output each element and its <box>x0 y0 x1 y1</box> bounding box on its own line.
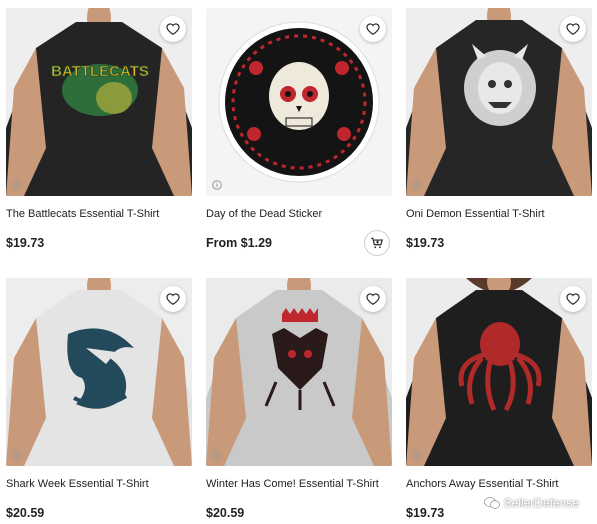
product-title[interactable]: Shark Week Essential T-Shirt <box>6 478 190 490</box>
info-icon[interactable] <box>12 180 22 190</box>
product-price: From $1.29 <box>206 236 273 250</box>
product-title[interactable]: Winter Has Come! Essential T-Shirt <box>206 478 390 490</box>
info-icon[interactable] <box>12 450 22 460</box>
heart-icon <box>166 293 180 305</box>
product-image[interactable]: BATTLECATS <box>6 8 192 196</box>
product-price: $19.73 <box>6 236 45 250</box>
product-card[interactable]: Shark Week Essential T-Shirt $20.59 <box>6 278 192 520</box>
product-price: $19.73 <box>406 236 445 250</box>
watermark-text: SellerDefense <box>503 496 579 510</box>
info-icon[interactable] <box>412 450 422 460</box>
product-image[interactable] <box>6 278 192 466</box>
product-image[interactable] <box>406 8 592 196</box>
product-card[interactable]: Oni Demon Essential T-Shirt $19.73 <box>406 8 592 250</box>
product-image[interactable] <box>206 278 392 466</box>
product-price: $19.73 <box>406 506 445 520</box>
favorite-button[interactable] <box>160 16 186 42</box>
favorite-button[interactable] <box>560 286 586 312</box>
product-title[interactable]: The Battlecats Essential T-Shirt <box>6 208 190 220</box>
cart-plus-icon <box>371 237 384 249</box>
info-icon[interactable] <box>212 450 222 460</box>
heart-icon <box>566 23 580 35</box>
heart-icon <box>366 293 380 305</box>
product-price: $20.59 <box>6 506 45 520</box>
product-title[interactable]: Anchors Away Essential T-Shirt <box>406 478 590 490</box>
product-title[interactable]: Day of the Dead Sticker <box>206 208 390 220</box>
product-card[interactable]: Winter Has Come! Essential T-Shirt $20.5… <box>206 278 392 520</box>
heart-icon <box>366 23 380 35</box>
chat-bubbles-icon <box>483 497 500 509</box>
product-card[interactable]: Anchors Away Essential T-Shirt $19.73 <box>406 278 592 520</box>
favorite-button[interactable] <box>360 286 386 312</box>
favorite-button[interactable] <box>560 16 586 42</box>
favorite-button[interactable] <box>160 286 186 312</box>
product-card[interactable]: BATTLECATS The Battlecats Essential T-Sh… <box>6 8 192 250</box>
watermark: SellerDefense <box>483 496 579 510</box>
favorite-button[interactable] <box>360 16 386 42</box>
heart-icon <box>166 23 180 35</box>
product-image[interactable] <box>406 278 592 466</box>
product-price: $20.59 <box>206 506 245 520</box>
info-icon[interactable] <box>212 180 222 190</box>
product-title[interactable]: Oni Demon Essential T-Shirt <box>406 208 590 220</box>
heart-icon <box>566 293 580 305</box>
product-image[interactable] <box>206 8 392 196</box>
battlecats-logo: BATTLECATS <box>51 63 149 80</box>
product-card[interactable]: Day of the Dead Sticker From $1.29 <box>206 8 392 256</box>
add-to-cart-button[interactable] <box>364 230 390 256</box>
info-icon[interactable] <box>412 180 422 190</box>
